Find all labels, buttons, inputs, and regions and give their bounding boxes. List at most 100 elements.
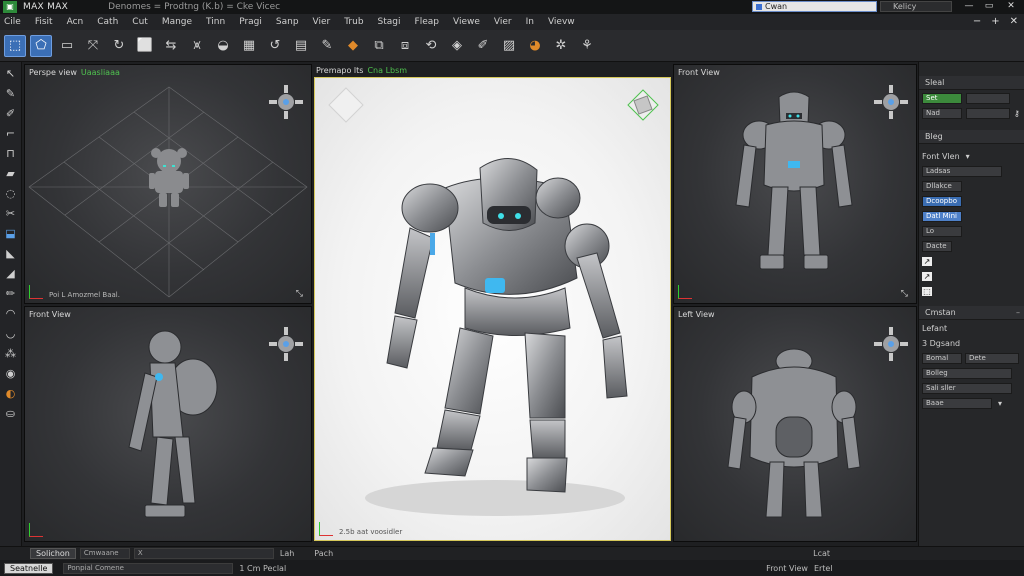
view-selector[interactable]: Front View	[766, 564, 808, 573]
select-arrow-icon[interactable]: ⬚	[4, 34, 26, 57]
maximize-icon[interactable]: ▭	[982, 1, 996, 12]
viewcube-gizmo[interactable]	[267, 83, 305, 121]
move-icon[interactable]: ⤧	[82, 35, 104, 57]
loop-icon[interactable]: ◌	[3, 186, 19, 202]
menu-item[interactable]: Vier	[494, 17, 512, 27]
selection-button[interactable]: Solichon	[30, 548, 76, 559]
menu-item[interactable]: Viewe	[453, 17, 480, 27]
viewport-front-top[interactable]: Front View ⤡	[673, 64, 917, 304]
viewport-front-bottom[interactable]: Front View	[24, 306, 312, 542]
set-field[interactable]: Set	[922, 93, 962, 104]
settings-icon[interactable]: ✲	[550, 35, 572, 57]
ladsas-field[interactable]: Ladsas	[922, 166, 1002, 177]
select-region-icon[interactable]: ⬠	[30, 34, 52, 57]
folder-icon[interactable]: ▭	[56, 35, 78, 57]
smooth-icon[interactable]: ◡	[3, 326, 19, 342]
cut-icon[interactable]: ✂	[3, 206, 19, 222]
brush-icon[interactable]: ✐	[472, 35, 494, 57]
viewport-left[interactable]: Left View	[673, 306, 917, 542]
command-field[interactable]: Cmwaane	[79, 548, 130, 559]
relax-icon[interactable]: ◠	[3, 306, 19, 322]
knife-icon[interactable]: ✐	[3, 106, 19, 122]
chamfer-icon[interactable]: ◣	[3, 246, 19, 262]
bomal-field[interactable]: Bomal	[922, 353, 962, 364]
menu-item[interactable]: Fleap	[415, 17, 439, 27]
sali-field[interactable]: Sali sller	[922, 383, 1012, 394]
viewport-render[interactable]: 2.5b aat voosidler	[314, 77, 671, 541]
menu-item[interactable]: Tinn	[206, 17, 225, 27]
baae-field[interactable]: Baae	[922, 398, 992, 409]
bend-icon[interactable]: ⌐	[3, 126, 19, 142]
menu-item[interactable]: Mange	[162, 17, 192, 27]
viewcube-gizmo[interactable]	[872, 325, 910, 363]
menu-item[interactable]: In	[526, 17, 534, 27]
menu-item[interactable]: Cut	[132, 17, 148, 27]
minimize-icon[interactable]: —	[962, 1, 976, 12]
mirror-icon[interactable]: ◒	[212, 35, 234, 57]
spray-icon[interactable]: ⁂	[3, 346, 19, 362]
link-icon[interactable]: ↺	[264, 35, 286, 57]
menu-item[interactable]: Trub	[344, 17, 363, 27]
scene-icon[interactable]: ⛀	[3, 406, 19, 422]
eye-icon[interactable]: ◉	[3, 366, 19, 382]
prompt-field[interactable]: Ponpial Comene	[63, 562, 234, 574]
menu-item[interactable]: Cile	[4, 17, 21, 27]
extrude-icon[interactable]: ⬓	[3, 226, 19, 242]
bridge-icon[interactable]: ⊓	[3, 146, 19, 162]
snap-icon[interactable]: ⇆	[160, 35, 182, 57]
bolleg-field[interactable]: Bolleg	[922, 368, 1012, 379]
viewcube-gizmo[interactable]	[267, 325, 305, 363]
viewcube-gizmo[interactable]	[872, 83, 910, 121]
search-box[interactable]: Cwan	[752, 1, 877, 12]
close-icon[interactable]: ✕	[1004, 1, 1018, 12]
align-icon[interactable]: ⩙	[186, 35, 208, 57]
list-item-label[interactable]: Dcoopbo	[922, 196, 962, 207]
teapot-icon[interactable]: ◕	[524, 35, 546, 57]
render-setup-icon[interactable]: ⟲	[420, 35, 442, 57]
menu-item[interactable]: Stagi	[378, 17, 401, 27]
list-item-label[interactable]: Dllakce	[922, 181, 962, 192]
minus-icon[interactable]: −	[973, 16, 981, 27]
hierarchy-icon[interactable]: ⚘	[576, 35, 598, 57]
menu-item[interactable]: Cath	[97, 17, 118, 27]
menu-item[interactable]: Fisit	[35, 17, 53, 27]
rotate-icon[interactable]: ↻	[108, 35, 130, 57]
menu-item[interactable]: Pragi	[239, 17, 262, 27]
workspace-selector[interactable]: Kelicy	[880, 1, 952, 12]
pick-icon[interactable]: ↗	[922, 272, 932, 281]
list-item-label[interactable]: Datl Mini	[922, 211, 962, 222]
lock-icon[interactable]: ⚷	[1014, 109, 1020, 118]
render-icon[interactable]: ▨	[498, 35, 520, 57]
pencil-icon[interactable]: ✏	[3, 286, 19, 302]
menu-item[interactable]: Sanp	[276, 17, 299, 27]
weld-icon[interactable]: ◢	[3, 266, 19, 282]
nad-field[interactable]: Nad	[922, 108, 962, 119]
render-frame-icon[interactable]: ◈	[446, 35, 468, 57]
menu-item[interactable]: Acn	[67, 17, 84, 27]
curve-icon[interactable]: ⧉	[368, 35, 390, 57]
nad-value-field[interactable]	[966, 108, 1010, 119]
maxscript-button[interactable]: Seatnelle	[4, 562, 54, 574]
menu-item[interactable]: Vievw	[548, 17, 575, 27]
dacte-field[interactable]: Dacte	[922, 241, 952, 252]
pick-icon[interactable]: ↗	[922, 257, 932, 266]
orbit-icon[interactable]: ⤡	[901, 289, 908, 299]
material-ball-icon[interactable]: ◐	[3, 386, 19, 402]
dete-field[interactable]: Dete	[965, 353, 1019, 364]
paint-icon[interactable]: ✎	[3, 86, 19, 102]
list-item-label[interactable]: Lo	[922, 226, 962, 237]
viewport-perspective[interactable]: Perspe view Uaasliaaa Poi L Amozmel Baal.…	[24, 64, 312, 304]
coordinate-field[interactable]: X	[133, 548, 274, 559]
front-view-dropdown[interactable]: Font Vlen	[922, 152, 960, 161]
material-icon[interactable]: ◆	[342, 35, 364, 57]
close-icon[interactable]: ✕	[1010, 16, 1018, 27]
orbit-icon[interactable]: ⤡	[296, 289, 303, 299]
array-icon[interactable]: ▦	[238, 35, 260, 57]
scale-icon[interactable]: ⬜	[134, 35, 156, 57]
layer-icon[interactable]: ▤	[290, 35, 312, 57]
menu-item[interactable]: Vier	[313, 17, 331, 27]
plane-icon[interactable]: ▰	[3, 166, 19, 182]
collapse-icon[interactable]: –	[1016, 306, 1020, 320]
plus-icon[interactable]: +	[991, 16, 999, 27]
set-value-field[interactable]	[966, 93, 1010, 104]
